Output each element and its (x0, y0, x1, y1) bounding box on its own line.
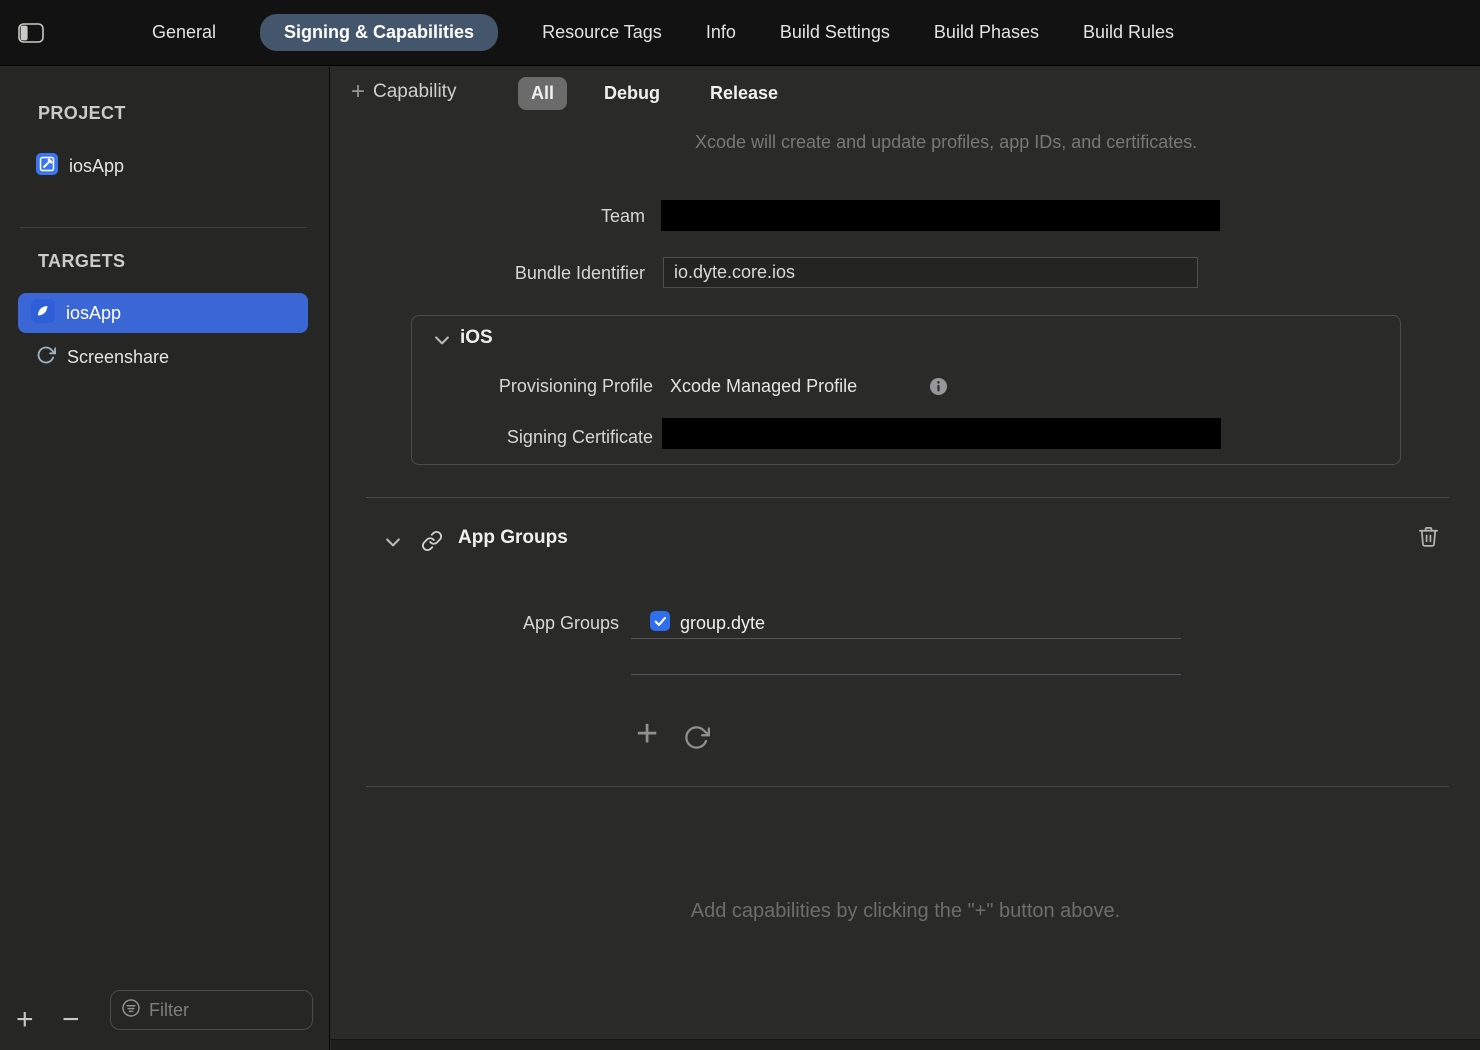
tabs: General Signing & Capabilities Resource … (152, 14, 1174, 51)
tab-build-rules[interactable]: Build Rules (1083, 22, 1174, 43)
chevron-down-icon[interactable] (383, 532, 403, 552)
app-groups-section-title: App Groups (458, 527, 568, 549)
remove-target-button[interactable]: − (62, 1006, 80, 1034)
filter-field (110, 990, 313, 1030)
project-sidebar: PROJECT iosApp TARGETS iosApp (0, 67, 330, 1050)
targets-header: TARGETS (38, 251, 125, 272)
add-app-group-button[interactable]: + (636, 715, 658, 753)
segment-all[interactable]: All (518, 77, 567, 110)
divider (20, 227, 307, 228)
sidebar-toggle-icon[interactable] (18, 23, 44, 43)
ios-box-title: iOS (460, 327, 493, 349)
refresh-app-groups-icon[interactable] (683, 724, 710, 751)
sidebar-item-target-iosapp[interactable]: iosApp (18, 293, 308, 333)
target-item-label: iosApp (66, 303, 121, 324)
screenshare-item-label: Screenshare (67, 347, 169, 368)
tab-resource-tags[interactable]: Resource Tags (542, 22, 662, 43)
app-group-name: group.dyte (680, 613, 765, 634)
trash-icon[interactable] (1417, 525, 1440, 553)
tab-build-settings[interactable]: Build Settings (780, 22, 890, 43)
add-target-button[interactable]: + (16, 1006, 34, 1034)
signing-note-text: Xcode will create and update profiles, a… (695, 129, 1200, 155)
chevron-down-icon[interactable] (432, 330, 452, 350)
bundle-identifier-input[interactable] (663, 257, 1198, 288)
divider (366, 497, 1449, 498)
sidebar-item-project-iosapp[interactable]: iosApp (36, 153, 124, 180)
signing-certificate-label: Signing Certificate (412, 427, 653, 448)
tab-signing-capabilities[interactable]: Signing & Capabilities (260, 14, 498, 51)
app-group-checkbox[interactable] (650, 611, 670, 631)
add-capability-label: Capability (373, 81, 456, 103)
plus-icon: + (351, 82, 365, 102)
signing-certificate-value-redacted[interactable] (662, 418, 1221, 449)
project-app-icon (36, 153, 58, 180)
segment-debug[interactable]: Debug (591, 77, 673, 110)
divider (366, 786, 1449, 787)
provisioning-profile-label: Provisioning Profile (412, 376, 653, 397)
add-capability-button[interactable]: + Capability (351, 81, 456, 103)
xcode-window: General Signing & Capabilities Resource … (0, 0, 1480, 1050)
sidebar-item-target-screenshare[interactable]: Screenshare (36, 345, 169, 370)
team-label: Team (331, 206, 645, 227)
tab-general[interactable]: General (152, 22, 216, 43)
filter-icon (121, 998, 141, 1023)
link-icon (421, 530, 443, 557)
team-value-redacted[interactable] (661, 200, 1220, 231)
content-bottom-bar (331, 1039, 1480, 1050)
screenshare-refresh-icon (36, 345, 56, 370)
app-groups-row-label: App Groups (331, 613, 619, 634)
target-app-icon (31, 299, 55, 328)
ios-signing-box: iOS Provisioning Profile Xcode Managed P… (411, 315, 1401, 465)
tab-info[interactable]: Info (706, 22, 736, 43)
project-item-label: iosApp (69, 156, 124, 177)
add-capabilities-hint: Add capabilities by clicking the "+" but… (331, 900, 1480, 923)
project-header: PROJECT (38, 103, 126, 124)
filter-input[interactable] (149, 1000, 302, 1021)
divider (631, 674, 1181, 675)
divider (631, 638, 1181, 639)
segment-release[interactable]: Release (697, 77, 791, 110)
tab-build-phases[interactable]: Build Phases (934, 22, 1039, 43)
provisioning-profile-value[interactable]: Xcode Managed Profile (670, 376, 857, 397)
bundle-identifier-label: Bundle Identifier (331, 263, 645, 284)
info-icon[interactable] (929, 377, 948, 401)
build-config-segmented-control: All Debug Release (518, 77, 791, 110)
signing-capabilities-pane: + Capability All Debug Release Xcode wil… (331, 67, 1480, 1050)
editor-tab-bar: General Signing & Capabilities Resource … (0, 0, 1480, 66)
